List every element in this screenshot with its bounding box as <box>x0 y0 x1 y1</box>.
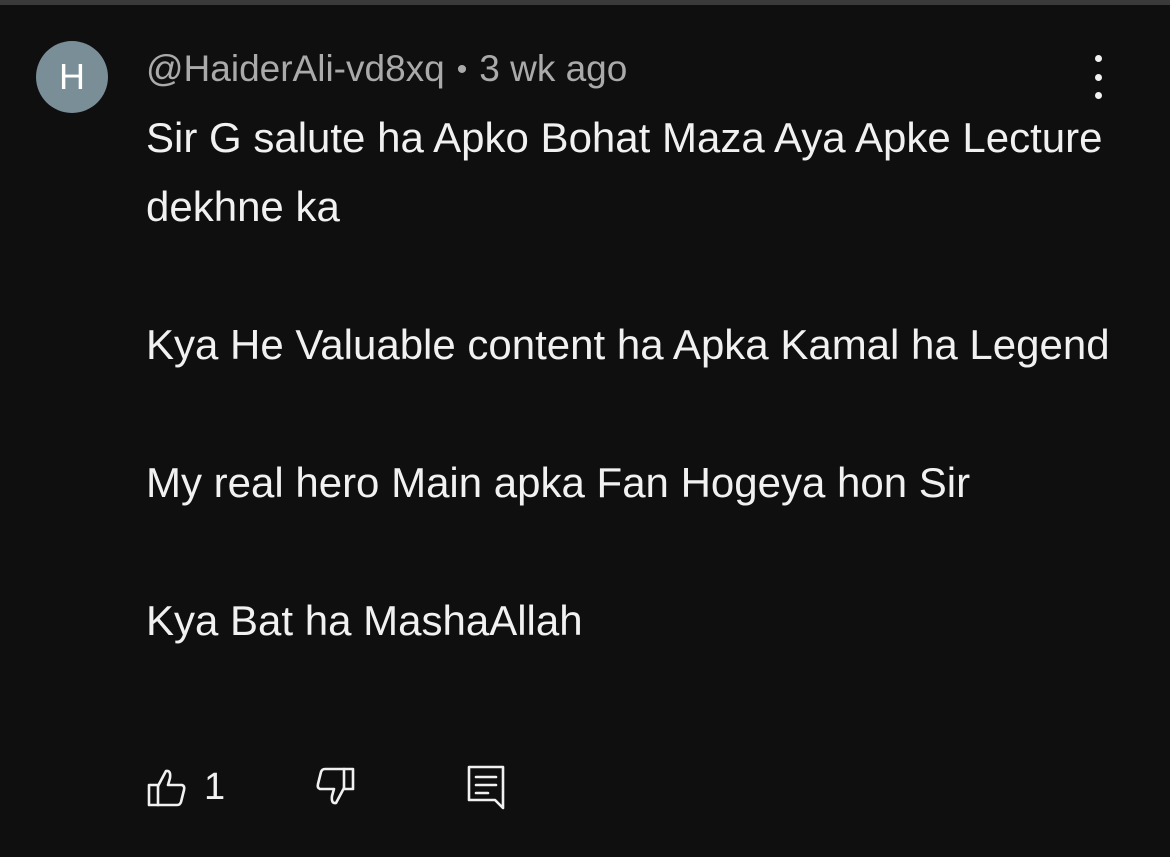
vertical-dots-icon <box>1094 55 1102 62</box>
like-count: 1 <box>204 765 226 808</box>
comment-paragraph: Kya He Valuable content ha Apka Kamal ha… <box>146 321 1110 368</box>
comment-text: Sir G salute ha Apko Bohat Maza Aya Apke… <box>146 103 1136 655</box>
author-name[interactable]: @HaiderAli-vd8xq <box>146 48 445 89</box>
vertical-dots-icon-dot <box>1094 73 1102 81</box>
dislike-button[interactable] <box>314 762 356 812</box>
thumbs-up-icon <box>147 769 186 807</box>
reply-button[interactable] <box>466 762 506 812</box>
comment-paragraph: My real hero Main apka Fan Hogeya hon Si… <box>146 459 971 506</box>
comment-reply-icon <box>467 765 505 810</box>
vertical-dots-icon-dot <box>1094 92 1102 99</box>
comment-paragraph: Kya Bat ha MashaAllah <box>146 597 583 644</box>
more-options-button[interactable] <box>1078 55 1118 99</box>
top-divider <box>0 0 1170 5</box>
comment-paragraph: Sir G salute ha Apko Bohat Maza Aya Apke… <box>146 114 1103 230</box>
avatar[interactable]: H <box>36 41 108 113</box>
comment-header: @HaiderAli-vd8xq • 3 wk ago <box>146 45 627 93</box>
separator-dot: • <box>456 53 468 86</box>
like-button[interactable]: 1 <box>146 762 225 812</box>
thumbs-down-icon <box>316 767 355 805</box>
comment-timestamp[interactable]: 3 wk ago <box>479 48 627 89</box>
